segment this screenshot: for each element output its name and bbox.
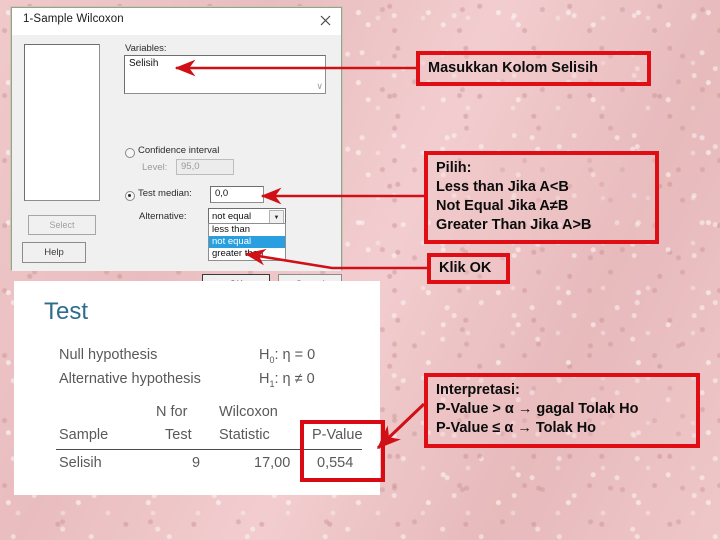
alternative-label: Alternative: [139, 211, 187, 222]
callout-1-text: Masukkan Kolom Selisih [428, 60, 599, 76]
callout-4-line-3: P-Value ≤ α → Tolak Ho [436, 420, 597, 436]
confidence-interval-label: Confidence interval [138, 145, 220, 156]
results-title: Test [44, 298, 89, 325]
table-row-n: 9 [192, 455, 201, 471]
close-icon-glyph [320, 15, 331, 26]
callout-2-line-2: Less than Jika A<B [436, 179, 569, 195]
column-header-test: Test [165, 427, 192, 443]
results-panel: Test Null hypothesis H0: η = 0 Alternati… [14, 281, 385, 495]
callout-4-line-2: P-Value > α → gagal Tolak Ho [436, 401, 639, 417]
confidence-interval-radio[interactable] [125, 148, 135, 158]
dialog-title: 1-Sample Wilcoxon [23, 13, 124, 25]
help-button[interactable]: Help [22, 242, 86, 263]
callout-pilih-alternative: Pilih: Less than Jika A<B Not Equal Jika… [424, 151, 659, 244]
dialog-titlebar: 1-Sample Wilcoxon [12, 8, 341, 35]
test-median-label: Test median: [138, 188, 192, 199]
callout-4-line-1: Interpretasi: [436, 382, 520, 398]
callout-3-text: Klik OK [439, 260, 492, 276]
variables-input[interactable]: Selisih ∨ [124, 55, 326, 94]
callout-2-line-1: Pilih: [436, 160, 472, 176]
table-row-sample: Selisih [59, 455, 102, 471]
variables-label: Variables: [125, 43, 167, 54]
alternative-hypothesis-label: Alternative hypothesis [59, 371, 201, 387]
callout-masukkan-kolom: Masukkan Kolom Selisih [416, 51, 651, 86]
close-icon[interactable] [317, 12, 334, 29]
h1-rest: : η ≠ 0 [274, 371, 315, 387]
alternative-dropdown-value: not equal [212, 211, 252, 222]
level-input[interactable]: 95,0 [176, 159, 234, 175]
chevron-down-icon[interactable]: ∨ [316, 81, 323, 92]
test-median-input-value: 0,0 [215, 188, 229, 199]
null-hypothesis-expression: H0: η = 0 [259, 347, 315, 365]
callout-interpretasi: Interpretasi: P-Value > α → gagal Tolak … [424, 373, 700, 448]
column-header-n-for: N for [156, 404, 188, 420]
dropdown-option-less-than[interactable]: less than [209, 224, 285, 236]
h0-h: H [259, 347, 270, 363]
column-header-sample: Sample [59, 427, 109, 443]
level-label: Level: [142, 162, 168, 173]
callout-klik-ok: Klik OK [427, 253, 510, 284]
alternative-dropdown-list[interactable]: less than not equal greater than [208, 223, 286, 261]
test-median-input[interactable]: 0,0 [210, 186, 264, 203]
select-button[interactable]: Select [28, 215, 96, 235]
callout-2-line-4: Greater Than Jika A>B [436, 217, 592, 233]
callout-2-line-3: Not Equal Jika A≠B [436, 198, 569, 214]
h1-h: H [259, 371, 270, 387]
alternative-hypothesis-expression: H1: η ≠ 0 [259, 371, 315, 389]
null-hypothesis-label: Null hypothesis [59, 347, 158, 363]
level-input-value: 95,0 [181, 161, 200, 172]
h0-rest: : η = 0 [274, 347, 316, 363]
column-header-statistic: Statistic [219, 427, 270, 443]
dropdown-option-not-equal[interactable]: not equal [209, 236, 285, 248]
wilcoxon-dialog: 1-Sample Wilcoxon Select Help Variables:… [11, 7, 342, 295]
column-header-wilcoxon: Wilcoxon [219, 404, 278, 420]
dialog-body: Select Help Variables: Selisih ∨ Confide… [12, 35, 342, 295]
test-median-radio[interactable] [125, 191, 135, 201]
variables-input-value: Selisih [129, 58, 159, 69]
p-value-highlight-box [300, 420, 385, 482]
variables-listbox[interactable] [24, 44, 100, 201]
table-row-statistic: 17,00 [254, 455, 291, 471]
dropdown-option-greater-than[interactable]: greater than [209, 248, 285, 260]
